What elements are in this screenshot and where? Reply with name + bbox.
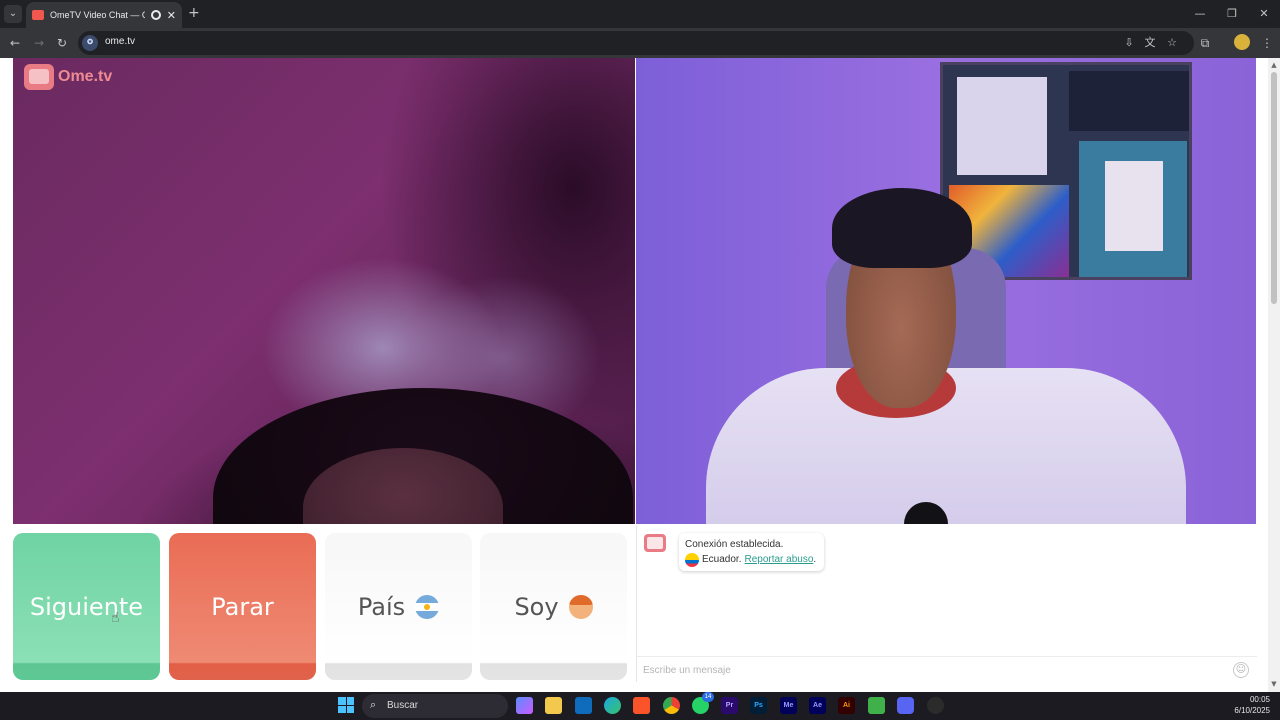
logo-text: Ome.tv xyxy=(58,68,113,85)
frame-paper xyxy=(957,77,1047,175)
country-button[interactable]: País xyxy=(325,533,472,680)
clock-date: 6/10/2025 xyxy=(1234,706,1270,715)
star-icon[interactable]: ☆ xyxy=(1164,35,1180,51)
self-video xyxy=(636,58,1256,524)
whatsapp-badge: 14 xyxy=(702,692,714,702)
art-painting-inner xyxy=(1105,161,1163,251)
taskbar-search-label: Buscar xyxy=(387,700,419,711)
frame-dark-panel xyxy=(1069,71,1189,131)
stranger-video xyxy=(13,58,635,524)
taskbar-search[interactable]: ⌕ Buscar xyxy=(362,694,508,718)
chat-panel: Conexión establecida. Ecuador. Reportar … xyxy=(636,526,1257,682)
message-input[interactable] xyxy=(643,662,1223,678)
country-name: Ecuador. xyxy=(702,554,742,565)
connection-status: Conexión establecida. xyxy=(685,539,784,550)
install-icon[interactable]: ⇩ xyxy=(1121,35,1137,51)
profile-icon[interactable] xyxy=(1234,34,1250,50)
media-encoder-icon[interactable]: Me xyxy=(780,697,797,714)
gender-button-label: Soy xyxy=(514,592,559,621)
next-button[interactable]: Siguiente xyxy=(13,533,160,680)
page-scrollbar[interactable]: ▲ ▼ xyxy=(1268,58,1280,692)
window-controls: — ❐ ✕ xyxy=(1184,0,1280,28)
back-icon[interactable]: ← xyxy=(6,34,24,52)
art-painting xyxy=(1079,141,1187,277)
reload-icon[interactable]: ↻ xyxy=(53,34,71,52)
boy-avatar-icon xyxy=(568,594,593,619)
taskbar: ⌕ Buscar Pr Ps Me Ae Ai xyxy=(0,692,1280,720)
ometv-logo[interactable]: Ome.tv xyxy=(24,64,112,90)
person-hair xyxy=(832,188,972,268)
tab-search-icon[interactable]: ⌄ xyxy=(4,5,22,23)
search-icon: ⌕ xyxy=(370,698,377,711)
clock-time: 00:05 xyxy=(1249,695,1270,704)
scroll-down-icon[interactable]: ▼ xyxy=(1270,680,1278,688)
browser-toolbar: ← → ↻ ✪ ome.tv ⇩ 文 ☆ ⧉ ⋮ xyxy=(0,28,1280,58)
premiere-icon[interactable]: Pr xyxy=(721,697,738,714)
outlook-icon[interactable] xyxy=(575,697,592,714)
tab-close-icon[interactable]: ✕ xyxy=(167,9,176,22)
close-window-button[interactable]: ✕ xyxy=(1248,0,1280,28)
forward-icon[interactable]: → xyxy=(30,34,48,52)
obs-icon[interactable] xyxy=(927,697,944,714)
illustrator-icon[interactable]: Ai xyxy=(838,697,855,714)
ecuador-flag-icon xyxy=(685,552,699,567)
report-suffix: . xyxy=(813,554,817,565)
recording-icon xyxy=(150,10,161,20)
after-effects-icon[interactable]: Ae xyxy=(809,697,826,714)
system-clock[interactable]: 00:05 6/10/2025 xyxy=(1224,694,1270,716)
copilot-icon[interactable] xyxy=(516,697,533,714)
browser-tab[interactable]: OmeTV Video Chat — Ome ✕ xyxy=(26,2,182,28)
country-row: Ecuador. Reportar abuso. xyxy=(685,552,818,567)
ometv-chat-avatar-icon xyxy=(644,534,666,552)
argentina-flag-icon xyxy=(415,594,440,619)
tab-bar: ⌄ OmeTV Video Chat — Ome ✕ + — ❐ ✕ xyxy=(0,0,1280,28)
photoshop-icon[interactable]: Ps xyxy=(750,697,767,714)
gender-button[interactable]: Soy xyxy=(480,533,627,680)
system-message: Conexión establecida. Ecuador. Reportar … xyxy=(679,533,824,571)
tab-title: OmeTV Video Chat — Ome xyxy=(50,10,145,20)
menu-icon[interactable]: ⋮ xyxy=(1258,34,1276,52)
edge-icon[interactable] xyxy=(604,697,621,714)
next-button-label: Siguiente xyxy=(29,592,144,621)
new-tab-button[interactable]: + xyxy=(188,5,200,21)
ometv-favicon-icon xyxy=(32,10,44,20)
discord-icon[interactable] xyxy=(897,697,914,714)
hand-cursor-icon: ☝ xyxy=(111,610,120,626)
brave-icon[interactable] xyxy=(633,697,650,714)
chat-input-bar: ☺ xyxy=(637,656,1257,682)
extensions-icon[interactable]: ⧉ xyxy=(1196,34,1214,52)
address-bar[interactable]: ✪ ome.tv ⇩ 文 ☆ xyxy=(78,31,1194,55)
stop-button-label: Parar xyxy=(211,592,274,621)
restore-button[interactable]: ❐ xyxy=(1216,0,1248,28)
chrome-icon[interactable] xyxy=(663,697,680,714)
scroll-up-icon[interactable]: ▲ xyxy=(1270,61,1278,69)
translate-icon[interactable]: 文 xyxy=(1142,35,1158,51)
url-text[interactable]: ome.tv xyxy=(105,36,135,47)
file-explorer-icon[interactable] xyxy=(545,697,562,714)
tv-logo-icon xyxy=(24,64,54,90)
country-button-label: País xyxy=(357,592,406,621)
site-info-icon[interactable]: ✪ xyxy=(82,35,98,51)
windows-start-icon[interactable] xyxy=(338,697,354,713)
report-abuse-link[interactable]: Reportar abuso xyxy=(744,554,813,565)
minimize-button[interactable]: — xyxy=(1184,0,1216,28)
wall-frame xyxy=(940,62,1192,280)
scroll-thumb[interactable] xyxy=(1271,72,1277,304)
stop-button[interactable]: Parar xyxy=(169,533,316,680)
emoji-icon[interactable]: ☺ xyxy=(1233,662,1249,678)
minecraft-icon[interactable] xyxy=(868,697,885,714)
